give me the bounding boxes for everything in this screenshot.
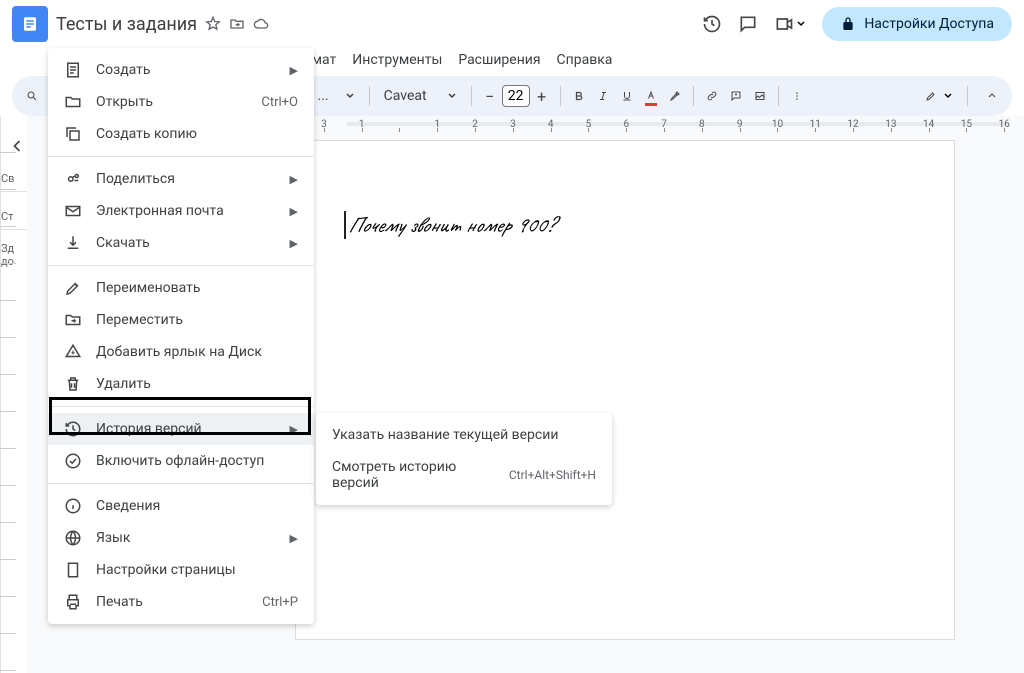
menu-print[interactable]: ПечатьCtrl+P	[48, 586, 314, 618]
move-icon	[64, 311, 82, 329]
star-icon[interactable]	[205, 16, 221, 32]
cloud-status-icon[interactable]	[253, 16, 269, 32]
menu-add-shortcut[interactable]: Добавить ярлык на Диск	[48, 336, 314, 368]
submenu-arrow-icon: ▶	[290, 64, 298, 77]
print-icon	[64, 593, 82, 611]
collapse-icon[interactable]	[982, 86, 1002, 106]
menu-details[interactable]: Сведения	[48, 490, 314, 522]
chevron-down-icon	[943, 91, 953, 101]
document-title[interactable]: Тесты и задания	[56, 14, 197, 35]
menu-page-setup[interactable]: Настройки страницы	[48, 554, 314, 586]
menu-move[interactable]: Переместить	[48, 304, 314, 336]
menu-delete[interactable]: Удалить	[48, 368, 314, 400]
menu-download[interactable]: Скачать▶	[48, 227, 314, 259]
font-selector[interactable]: Caveat	[378, 88, 463, 104]
lock-icon	[840, 16, 856, 32]
copy-icon	[64, 125, 82, 143]
toolbar-separator	[693, 86, 694, 106]
chevron-down-icon	[345, 91, 355, 101]
menu-offline[interactable]: Включить офлайн-доступ	[48, 445, 314, 477]
toolbar-separator	[778, 86, 779, 106]
document-icon	[21, 15, 39, 33]
info-icon	[64, 497, 82, 515]
link-icon[interactable]	[702, 86, 722, 106]
document-page[interactable]: Почему звонит номер 900?	[295, 140, 955, 640]
titlebar: Тесты и задания Настройки Доступа	[0, 0, 1024, 48]
menu-extensions[interactable]: Расширения	[451, 48, 547, 72]
menu-share[interactable]: Поделиться▶	[48, 163, 314, 195]
more-icon[interactable]	[787, 86, 807, 106]
history-icon	[64, 420, 82, 438]
menu-help[interactable]: Справка	[550, 48, 620, 72]
font-size-increase[interactable]: +	[532, 86, 552, 106]
ruler-vertical	[0, 116, 1, 673]
pencil-icon	[921, 86, 941, 106]
image-icon[interactable]	[750, 86, 770, 106]
add-comment-icon[interactable]	[726, 86, 746, 106]
menu-version-history[interactable]: История версий▶	[48, 413, 314, 445]
menu-rename[interactable]: Переименовать	[48, 272, 314, 304]
toolbar-separator	[560, 86, 561, 106]
file-menu-dropdown: Создать▶ ОткрытьCtrl+O Создать копию Под…	[48, 48, 314, 624]
submenu-name-version[interactable]: Указать название текущей версии	[316, 419, 612, 451]
menu-separator	[48, 406, 314, 407]
submenu-arrow-icon: ▶	[290, 173, 298, 186]
meet-button[interactable]	[774, 14, 806, 34]
share-button-label: Настройки Доступа	[864, 16, 994, 32]
video-icon	[774, 14, 794, 34]
submenu-arrow-icon: ▶	[290, 532, 298, 545]
version-history-submenu: Указать название текущей версии Смотреть…	[316, 413, 612, 505]
bold-icon[interactable]	[569, 86, 589, 106]
offline-icon	[64, 452, 82, 470]
menu-separator	[48, 156, 314, 157]
menu-create[interactable]: Создать▶	[48, 54, 314, 86]
toolbar-separator	[967, 86, 968, 106]
menu-separator	[48, 265, 314, 266]
toolbar-separator	[471, 86, 472, 106]
document-content[interactable]: Почему звонит номер 900?	[344, 211, 906, 239]
toolbar-separator	[369, 86, 370, 106]
search-icon[interactable]	[22, 86, 42, 106]
chevron-down-icon	[796, 19, 806, 29]
highlight-icon[interactable]	[665, 86, 685, 106]
submenu-arrow-icon: ▶	[290, 205, 298, 218]
document-icon	[64, 61, 82, 79]
menu-email[interactable]: Электронная почта▶	[48, 195, 314, 227]
globe-icon	[64, 529, 82, 547]
share-icon	[64, 170, 82, 188]
menu-open[interactable]: ОткрытьCtrl+O	[48, 86, 314, 118]
italic-icon[interactable]	[593, 86, 613, 106]
menu-separator	[48, 483, 314, 484]
download-icon	[64, 234, 82, 252]
docs-logo[interactable]	[12, 6, 48, 42]
font-size-decrease[interactable]: −	[480, 86, 500, 106]
submenu-see-history[interactable]: Смотреть историю версийCtrl+Alt+Shift+H	[316, 451, 612, 499]
folder-open-icon	[64, 93, 82, 111]
chevron-down-icon	[447, 91, 457, 101]
move-folder-icon[interactable]	[229, 16, 245, 32]
underline-icon[interactable]	[617, 86, 637, 106]
font-size-control: − +	[480, 85, 552, 107]
history-icon[interactable]	[702, 14, 722, 34]
submenu-arrow-icon: ▶	[290, 237, 298, 250]
menu-make-copy[interactable]: Создать копию	[48, 118, 314, 150]
comments-icon[interactable]	[738, 14, 758, 34]
editing-mode-button[interactable]	[921, 86, 953, 106]
rename-icon	[64, 279, 82, 297]
drive-shortcut-icon	[64, 343, 82, 361]
menu-language[interactable]: Язык▶	[48, 522, 314, 554]
text-color-button[interactable]	[641, 86, 661, 106]
email-icon	[64, 202, 82, 220]
share-button[interactable]: Настройки Доступа	[822, 7, 1012, 41]
font-size-input[interactable]	[502, 85, 530, 107]
page-setup-icon	[64, 561, 82, 579]
trash-icon	[64, 375, 82, 393]
submenu-arrow-icon: ▶	[290, 423, 298, 436]
menu-tools[interactable]: Инструменты	[345, 48, 449, 72]
